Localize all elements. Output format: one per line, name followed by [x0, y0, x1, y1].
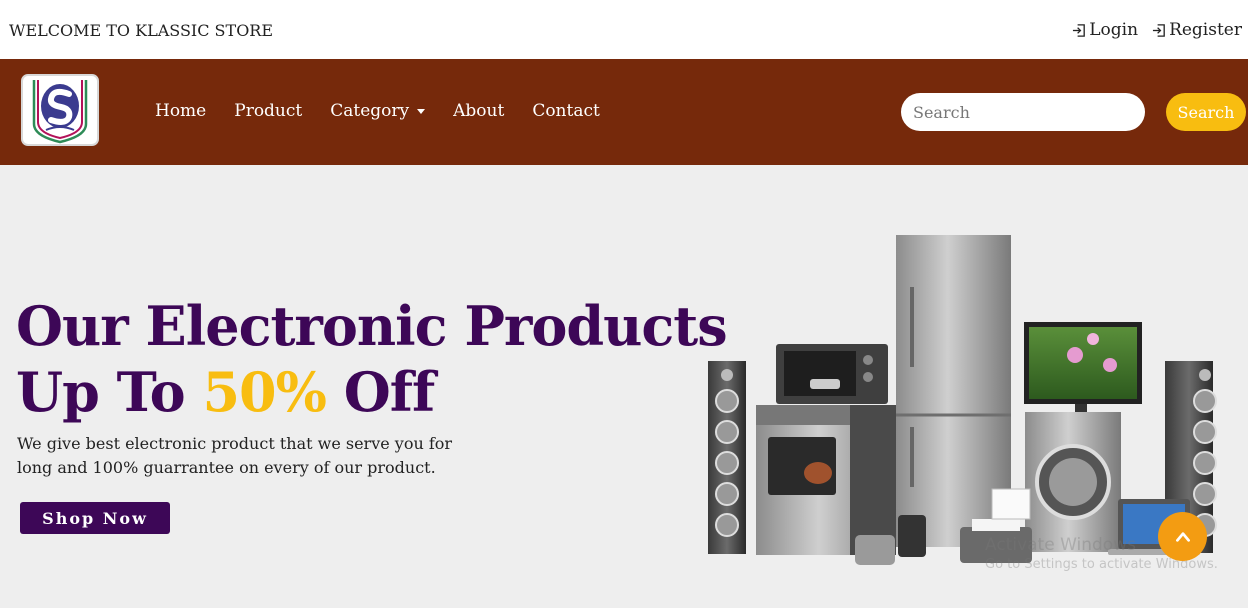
- nav-about[interactable]: About: [453, 101, 504, 121]
- login-icon: [1073, 23, 1086, 37]
- nav-menu: Home Product Category About Contact: [155, 101, 600, 121]
- hero-headline-suffix: Off: [325, 360, 436, 424]
- chevron-up-icon: [1175, 531, 1190, 542]
- hero-headline: Our Electronic Products Up To 50% Off: [16, 293, 728, 425]
- hero-banner: Our Electronic Products Up To 50% Off We…: [0, 165, 1248, 608]
- hero-headline-line1: Our Electronic Products: [16, 294, 728, 358]
- register-link[interactable]: Register: [1152, 20, 1242, 40]
- nav-product[interactable]: Product: [234, 101, 302, 121]
- scroll-to-top-button[interactable]: [1158, 512, 1207, 561]
- nav-category-label: Category: [330, 101, 410, 121]
- hero-description: We give best electronic product that we …: [17, 434, 453, 477]
- shop-now-button[interactable]: Shop Now: [20, 502, 170, 534]
- nav-home[interactable]: Home: [155, 101, 206, 121]
- search-button[interactable]: Search: [1166, 93, 1246, 131]
- login-label: Login: [1089, 20, 1139, 40]
- chevron-down-icon: [417, 108, 426, 114]
- search-input[interactable]: [901, 93, 1145, 131]
- login-link[interactable]: Login: [1072, 20, 1138, 40]
- register-label: Register: [1169, 20, 1242, 40]
- hero-headline-prefix: Up To: [16, 360, 203, 424]
- hero-headline-line2: Up To 50% Off: [16, 359, 727, 425]
- discount-highlight: 50%: [202, 360, 326, 424]
- register-icon: [1153, 23, 1165, 37]
- electronics-product-image: [708, 235, 1217, 565]
- top-bar: WELCOME TO KLASSIC STORE Login Register: [0, 0, 1248, 59]
- auth-links: Login Register: [1072, 20, 1242, 40]
- store-logo[interactable]: [20, 72, 100, 148]
- nav-category[interactable]: Category: [330, 101, 426, 121]
- welcome-text: WELCOME TO KLASSIC STORE: [9, 21, 274, 40]
- nav-contact[interactable]: Contact: [532, 101, 600, 121]
- main-navbar: Home Product Category About Contact Sear…: [0, 59, 1248, 165]
